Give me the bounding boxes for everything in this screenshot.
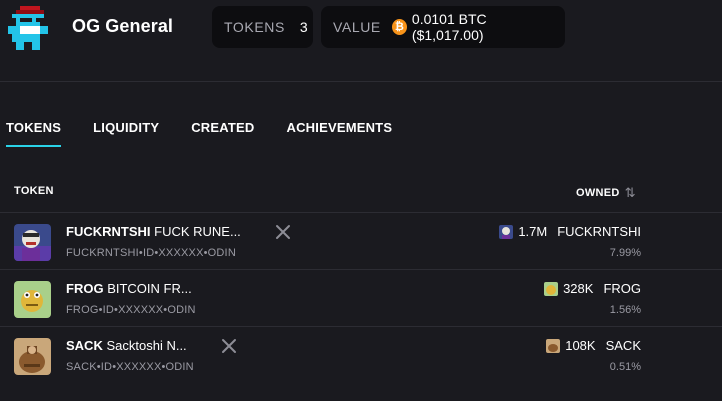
token-ticker: SACK bbox=[66, 338, 103, 353]
value-stat-value: 0.0101 BTC ($1,017.00) bbox=[411, 11, 487, 43]
pixel-avatar-icon bbox=[8, 6, 52, 50]
token-ticker: FUCKRNTSHI bbox=[66, 224, 151, 239]
token-name: BITCOIN FR... bbox=[107, 281, 192, 296]
profile-header: OG General TOKENS 3 VALUE ₿ 0.0101 BTC (… bbox=[0, 0, 722, 82]
owned-amount: 108K bbox=[565, 338, 596, 353]
tab-achievements[interactable]: ACHIEVEMENTS bbox=[287, 120, 393, 147]
tokens-stat-value: 3 bbox=[299, 19, 308, 35]
column-header-owned-label: OWNED bbox=[576, 187, 620, 199]
profile-name: OG General bbox=[72, 16, 174, 36]
value-stat: VALUE ₿ 0.0101 BTC ($1,017.00) bbox=[321, 6, 565, 48]
owned-amount: 1.7M bbox=[518, 224, 548, 239]
table-row[interactable]: FUCKRNTSHI FUCK RUNE... FUCKRNTSHI•ID•XX… bbox=[0, 212, 722, 269]
token-id: FUCKRNTSHI•ID•XXXXXX•ODIN bbox=[66, 247, 236, 259]
tokens-stat: TOKENS 3 bbox=[212, 6, 313, 48]
token-image-sack bbox=[546, 338, 561, 353]
x-logo-icon[interactable] bbox=[275, 224, 291, 240]
sort-icon[interactable]: ⇅ bbox=[625, 185, 636, 201]
tab-tokens[interactable]: TOKENS bbox=[6, 120, 62, 147]
column-header-owned[interactable]: OWNED ⇅ bbox=[576, 185, 636, 201]
tab-liquidity[interactable]: LIQUIDITY bbox=[93, 120, 159, 147]
token-image-fuckrntshi bbox=[499, 224, 514, 239]
owned-amount: 328K bbox=[563, 281, 594, 296]
token-id: SACK•ID•XXXXXX•ODIN bbox=[66, 361, 194, 373]
token-image-frog bbox=[544, 281, 559, 296]
owned-ticker: FROG bbox=[603, 281, 641, 296]
token-image-fuckrntshi bbox=[14, 224, 51, 261]
x-logo-icon[interactable] bbox=[221, 338, 237, 354]
token-name: FUCK RUNE... bbox=[154, 224, 241, 239]
column-header-token: TOKEN bbox=[14, 185, 54, 197]
token-image-frog bbox=[14, 281, 51, 318]
token-id: FROG•ID•XXXXXX•ODIN bbox=[66, 304, 196, 316]
token-image-sack bbox=[14, 338, 51, 375]
owned-ticker: SACK bbox=[605, 338, 641, 353]
value-stat-label: VALUE bbox=[333, 19, 381, 35]
owned-percent: 7.99% bbox=[609, 247, 641, 259]
token-name: Sacktoshi N... bbox=[106, 338, 187, 353]
owned-ticker: FUCKRNTSHI bbox=[557, 224, 641, 239]
btc-icon: ₿ bbox=[391, 19, 407, 35]
tokens-stat-label: TOKENS bbox=[224, 19, 285, 35]
token-ticker: FROG bbox=[66, 281, 104, 296]
table-row[interactable]: FROG BITCOIN FR... FROG•ID•XXXXXX•ODIN 3… bbox=[0, 269, 722, 326]
owned-percent: 1.56% bbox=[609, 304, 641, 316]
table-row[interactable]: SACK Sacktoshi N... SACK•ID•XXXXXX•ODIN … bbox=[0, 326, 722, 383]
portfolio-tabs: TOKENS LIQUIDITY CREATED ACHIEVEMENTS bbox=[6, 120, 424, 148]
owned-percent: 0.51% bbox=[609, 361, 641, 373]
tab-created[interactable]: CREATED bbox=[191, 120, 254, 147]
